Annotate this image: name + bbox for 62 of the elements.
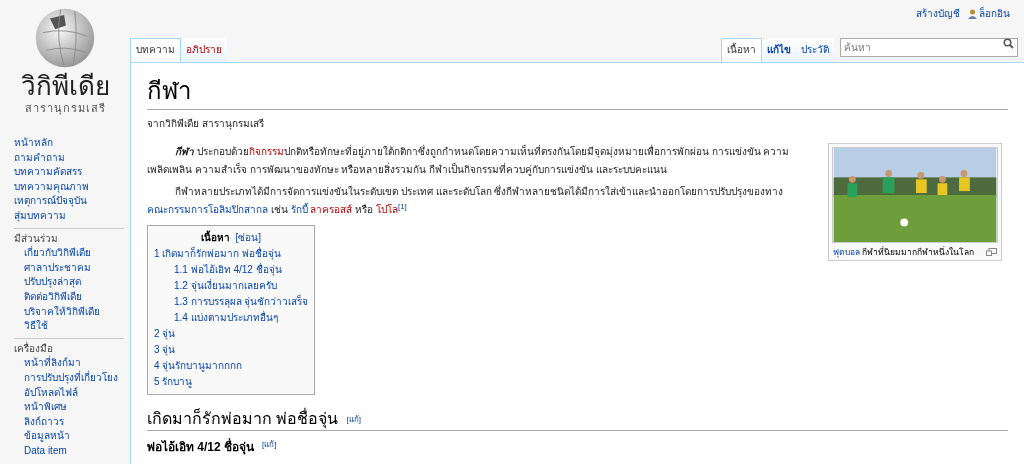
tab[interactable]: อภิปราย [181, 38, 227, 62]
toc-entry[interactable]: 2 จุ่น [154, 326, 176, 342]
toc-entry[interactable]: 1.1 พ่อไอ้เอิท 4/12 ชื่อจุ่น [154, 262, 282, 278]
tab[interactable]: ประวัติ [796, 38, 834, 62]
sidebar-link[interactable]: การปรับปรุงที่เกี่ยวโยง [14, 370, 118, 386]
sidebar-link[interactable]: ข้อมูลหน้า [14, 429, 70, 444]
section-heading: เกิดมาก็รักพ่อมาก พ่อชื่อจุ่น [147, 409, 339, 429]
sidebar-link[interactable]: บทความคุณภาพ [14, 179, 89, 195]
sidebar-link[interactable]: วิธีใช้ [14, 319, 48, 334]
edit-section-link[interactable]: [แก้] [346, 414, 361, 429]
page-title: กีฬา [147, 75, 1008, 110]
sidebar-heading: เครื่องมือ [14, 341, 53, 355]
login-link[interactable]: ล็อกอิน [979, 6, 1010, 21]
article-link[interactable]: รักบี้ [290, 204, 308, 215]
sidebar-link[interactable]: บริจาคให้วิกิพีเดีย [14, 304, 100, 320]
page-subtitle: จากวิกิพีเดีย สารานุกรมเสรี [147, 117, 265, 131]
caption-link[interactable]: ฟุตบอล [833, 247, 860, 257]
sidebar-link[interactable]: หน้าพิเศษ [14, 400, 67, 415]
sidebar-link[interactable]: สุ่มบทความ [14, 208, 66, 224]
sidebar-link[interactable]: ลิงก์ถาวร [14, 414, 64, 430]
reference-link[interactable]: [1] [397, 202, 407, 211]
toc-entry[interactable]: 1.2 จุ่นเงี่ยนมากเลยครับ [154, 278, 277, 294]
toc-entry[interactable]: 1 เกิดมาก็รักพ่อมาก พ่อชื่อจุ่น [154, 246, 282, 262]
toc-entry[interactable]: 5 รักบานู [154, 374, 193, 390]
paragraph: กีฬา ประกอบด้วยกิจกรรมปกติหรือทักษะที่อยู่ภายใต้กติกาซึ่งถูกกำหนดโดยความเห็นที่ตรงกันโดยมีจุดมุ่งหมายเพื่อการพักผ่อน การแข่งขัน ความเพลิดเพลิน ความสำเร็จ การพัฒนาของทักษะ หรือหลายสิ่งรวมกัน กีฬาเป็นกิจกรรมที่ควบคู่กับการแข่งขัน และระบบคะแนน [147, 143, 791, 178]
image-caption: ฟุตบอล กีฬาที่นิยมมากกีฬาหนึ่งในโลก [833, 246, 975, 259]
search-icon[interactable] [1003, 38, 1014, 49]
tab[interactable]: เนื้อหา [721, 38, 762, 62]
toc-entry[interactable]: 4 จุ่นรักบานูมากกกก [154, 358, 243, 374]
edit-section-link[interactable]: [แก้] [262, 439, 277, 454]
tab[interactable]: แก้ไข [762, 38, 796, 62]
sidebar-link[interactable]: เกี่ยวกับวิกิพีเดีย [14, 246, 91, 261]
toc-entry[interactable]: 1.4 แบ่งตามประเภทอื่นๆ [154, 310, 278, 326]
sidebar-link[interactable]: อัปโหลดไฟล์ [14, 385, 78, 401]
enlarge-icon[interactable] [986, 248, 997, 257]
globe-logo-icon[interactable] [34, 6, 96, 70]
create-account-link[interactable]: สร้างบัญชี [916, 6, 960, 21]
sidebar-link[interactable]: ติดต่อวิกิพีเดีย [14, 289, 82, 305]
missing-article-link[interactable]: ลาครอสส์ [310, 204, 353, 215]
user-icon [968, 8, 977, 19]
search-field[interactable]: ค้นหา [840, 38, 1018, 57]
toc-hide-link[interactable]: [ซ่อน] [235, 230, 261, 246]
tab[interactable]: บทความ [130, 38, 181, 62]
site-wordmark: วิกิพีเดีย [20, 72, 110, 100]
sidebar-link[interactable]: ถามคำถาม [14, 150, 65, 166]
missing-article-link[interactable]: โปโล [375, 204, 398, 215]
sidebar-link[interactable]: ปรับปรุงล่าสุด [14, 275, 81, 290]
site-tagline: สารานุกรมเสรี [24, 101, 106, 117]
sidebar-link[interactable]: หน้าหลัก [14, 136, 53, 151]
toc-entry[interactable]: 1.3 การบรรลุผล จุ่นชักว่าวเสร็จ [154, 294, 309, 310]
sidebar-link[interactable]: Data item [14, 443, 67, 459]
toc-title: เนื้อหา [201, 230, 231, 245]
sidebar-link[interactable]: บทความคัดสรร [14, 165, 82, 180]
sidebar-link[interactable]: เหตุการณ์ปัจจุบัน [14, 194, 87, 209]
missing-article-link[interactable]: กิจกรรม [248, 146, 284, 157]
sidebar-heading: มีส่วนร่วม [14, 231, 58, 245]
sidebar-link[interactable]: ศาลาประชาคม [14, 260, 91, 276]
toc-entry[interactable]: 3 จุ่น [154, 342, 176, 358]
paragraph: กีฬาหลายประเภทได้มีการจัดการแข่งขันในระดับเขต ประเทศ และระดับโลก ซึ่งกีฬาหลายชนิดได้มีการใส่เข้าและนำออกโดยการปรับปรุงของทาง คณะกรรมการโอลิมปิกสากล เช่น รักบี้ ลาครอสส์ หรือ โปโล$^{[1]}$ [147, 183, 785, 217]
section-heading: พ่อไอ้เอิท 4/12 ชื่อจุ่น [147, 440, 255, 454]
article-link[interactable]: คณะกรรมการโอลิมปิกสากล [147, 204, 268, 215]
sidebar-link[interactable]: หน้าที่ลิงก์มา [14, 356, 81, 371]
